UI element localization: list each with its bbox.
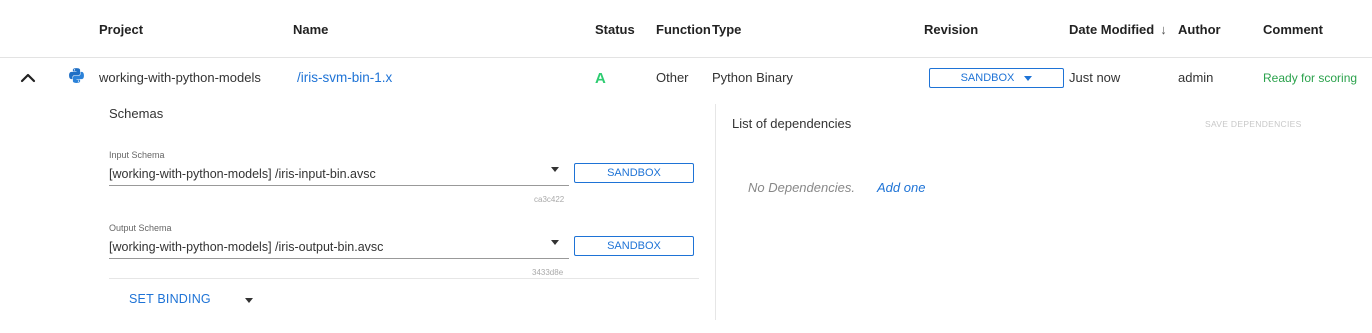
column-header-date-modified[interactable]: Date Modified ↓	[1069, 22, 1167, 37]
row-project: working-with-python-models	[99, 70, 261, 85]
input-schema-label: Input Schema	[109, 150, 165, 160]
row-function: Other	[656, 70, 689, 85]
row-comment: Ready for scoring	[1263, 71, 1358, 85]
column-header-name[interactable]: Name	[293, 22, 328, 37]
row-author: admin	[1178, 70, 1214, 85]
dependencies-title: List of dependencies	[732, 116, 852, 131]
revision-dropdown[interactable]: SANDBOX	[929, 68, 1064, 88]
input-schema-caret-icon[interactable]	[551, 167, 559, 172]
column-header-comment[interactable]: Comment	[1263, 22, 1323, 37]
python-icon	[68, 67, 85, 84]
input-schema-hash: ca3c422	[534, 195, 565, 204]
column-header-function[interactable]: Function	[656, 22, 711, 37]
column-header-type[interactable]: Type	[712, 22, 741, 37]
output-schema-version-button[interactable]: SANDBOX	[574, 236, 694, 256]
set-binding-button[interactable]: SET BINDING	[129, 292, 211, 306]
column-header-author[interactable]: Author	[1178, 22, 1221, 37]
column-header-project[interactable]: Project	[99, 22, 143, 37]
date-modified-label: Date Modified	[1069, 22, 1155, 37]
output-schema-caret-icon[interactable]	[551, 240, 559, 245]
row-date-modified: Just now	[1069, 70, 1121, 85]
collapse-chevron-up-icon[interactable]	[18, 68, 38, 88]
schemas-title: Schemas	[109, 106, 164, 121]
output-schema-label: Output Schema	[109, 223, 172, 233]
output-schema-hash: 3433d8e	[532, 268, 564, 277]
output-schema-select[interactable]: [working-with-python-models] /iris-outpu…	[109, 237, 569, 259]
no-dependencies-text: No Dependencies.	[748, 180, 855, 195]
panel-divider	[715, 104, 716, 320]
model-name-link[interactable]: /iris-svm-bin-1.x	[297, 70, 392, 85]
schemas-divider	[109, 278, 699, 279]
input-schema-version-button[interactable]: SANDBOX	[574, 163, 694, 183]
column-header-revision[interactable]: Revision	[924, 22, 978, 37]
row-type: Python Binary	[712, 70, 793, 85]
sort-descending-icon[interactable]: ↓	[1160, 22, 1167, 37]
set-binding-caret-icon[interactable]	[245, 298, 253, 303]
status-badge: A	[595, 70, 606, 87]
save-dependencies-button[interactable]: SAVE DEPENDENCIES	[1205, 119, 1302, 129]
caret-down-icon	[1024, 75, 1033, 81]
table-header: Project Name Status Function Type Revisi…	[0, 0, 1372, 58]
input-schema-select[interactable]: [working-with-python-models] /iris-input…	[109, 164, 569, 186]
add-dependency-link[interactable]: Add one	[877, 180, 925, 195]
column-header-status[interactable]: Status	[595, 22, 635, 37]
revision-value: SANDBOX	[960, 72, 1015, 84]
